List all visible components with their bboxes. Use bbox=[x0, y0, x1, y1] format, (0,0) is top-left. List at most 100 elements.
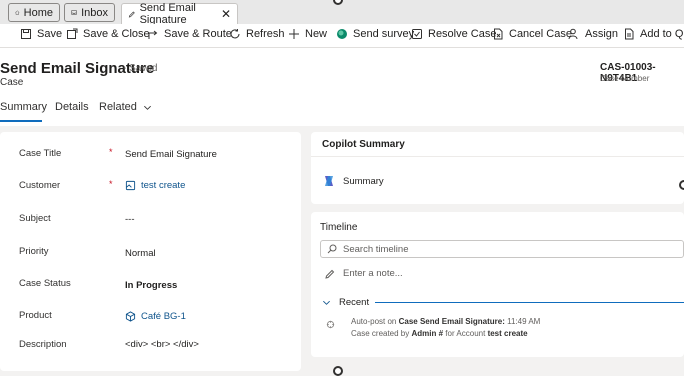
resolve-label: Resolve Case bbox=[428, 28, 497, 40]
save-button[interactable]: Save bbox=[20, 28, 62, 40]
tab-inbox-label: Inbox bbox=[81, 6, 108, 19]
plus-icon bbox=[289, 29, 299, 39]
resolve-case-button[interactable]: Resolve Case bbox=[411, 28, 496, 40]
product-link[interactable]: Café BG-1 bbox=[141, 311, 186, 322]
required-mark: * bbox=[109, 179, 113, 189]
recent-group-header[interactable]: Recent bbox=[322, 297, 369, 308]
subject-label: Subject bbox=[19, 213, 51, 224]
case-title-label: Case Title bbox=[19, 148, 62, 159]
cancel-case-icon bbox=[494, 28, 503, 40]
copilot-summary-label: Summary bbox=[343, 175, 384, 187]
product-label: Product bbox=[19, 310, 52, 321]
chevron-down-icon bbox=[143, 105, 151, 110]
entity-name: Case bbox=[0, 77, 24, 88]
save-close-button[interactable]: Save & Close bbox=[66, 28, 150, 40]
add-to-queue-button[interactable]: Add to Que bbox=[623, 28, 684, 40]
tab-home[interactable]: Home bbox=[8, 3, 60, 22]
route-icon bbox=[148, 30, 158, 39]
send-survey-label: Send survey bbox=[353, 28, 415, 40]
copilot-icon bbox=[325, 176, 333, 186]
save-route-label: Save & Route bbox=[164, 28, 232, 40]
required-mark: * bbox=[109, 147, 113, 157]
priority-label: Priority bbox=[19, 246, 49, 257]
survey-icon bbox=[337, 29, 347, 39]
pencil-icon bbox=[325, 269, 335, 279]
auto-post-icon bbox=[326, 320, 335, 329]
queue-icon bbox=[625, 28, 634, 40]
case-status-label: Case Status bbox=[19, 278, 71, 289]
resize-handle[interactable] bbox=[679, 180, 684, 190]
tab-active-label: Send Email Signature bbox=[139, 2, 196, 26]
enter-note-input[interactable]: Enter a note... bbox=[325, 268, 403, 279]
post-line2-a: Case created by bbox=[351, 329, 410, 338]
case-status-field[interactable]: In Progress bbox=[125, 280, 177, 291]
assign-icon bbox=[568, 28, 578, 40]
new-button[interactable]: New bbox=[288, 28, 327, 40]
pencil-icon bbox=[128, 11, 135, 17]
case-title-field[interactable]: Send Email Signature bbox=[125, 149, 217, 160]
send-survey-button[interactable]: Send survey bbox=[336, 28, 414, 40]
assign-button[interactable]: Assign bbox=[568, 28, 618, 40]
tab-related-label: Related bbox=[99, 101, 137, 113]
cancel-label: Cancel Case bbox=[509, 28, 572, 40]
product-field[interactable]: Café BG-1 bbox=[125, 311, 186, 322]
inbox-icon bbox=[71, 10, 77, 15]
priority-field[interactable]: Normal bbox=[125, 248, 156, 259]
note-placeholder: Enter a note... bbox=[343, 268, 403, 279]
tab-inbox[interactable]: Inbox bbox=[64, 3, 115, 22]
refresh-button[interactable]: Refresh bbox=[229, 28, 285, 40]
save-icon bbox=[21, 29, 31, 39]
copilot-title: Copilot Summary bbox=[322, 139, 405, 150]
command-bar: Save Save & Close Save & Route Refresh N… bbox=[0, 24, 684, 48]
tab-details[interactable]: Details bbox=[55, 101, 89, 113]
add-queue-label: Add to Que bbox=[640, 28, 684, 40]
cancel-case-button[interactable]: Cancel Case bbox=[492, 28, 572, 40]
case-number-label: Case Number bbox=[600, 74, 650, 83]
product-cube-icon bbox=[125, 311, 136, 322]
refresh-label: Refresh bbox=[246, 28, 285, 40]
close-tab-icon[interactable]: ✕ bbox=[221, 7, 231, 21]
home-icon bbox=[15, 10, 20, 15]
recent-label: Recent bbox=[339, 297, 370, 308]
subject-field[interactable]: --- bbox=[125, 214, 135, 225]
selected-tab-indicator bbox=[0, 120, 42, 122]
assign-label: Assign bbox=[585, 28, 619, 40]
account-icon bbox=[125, 180, 136, 191]
tab-related[interactable]: Related bbox=[99, 101, 152, 113]
description-field[interactable]: <div> <br> </div> bbox=[125, 339, 199, 350]
search-placeholder: Search timeline bbox=[343, 243, 409, 255]
record-header: Send Email Signature - Saved Case CAS-01… bbox=[0, 48, 684, 126]
copilot-summary-button[interactable]: Summary bbox=[322, 174, 384, 188]
post-account: test create bbox=[487, 329, 528, 338]
session-tab-bar: Home Inbox Send Email Signature ✕ bbox=[0, 0, 684, 26]
description-label: Description bbox=[19, 339, 67, 350]
search-timeline-input[interactable]: Search timeline bbox=[320, 240, 684, 258]
save-close-icon bbox=[67, 28, 78, 39]
save-label: Save bbox=[37, 28, 63, 40]
new-label: New bbox=[305, 28, 328, 40]
save-route-button[interactable]: Save & Route bbox=[147, 28, 232, 40]
timeline-post-line2: Case created by Admin # for Account test… bbox=[351, 329, 528, 338]
tab-summary[interactable]: Summary bbox=[0, 101, 47, 113]
post-time: 11:49 AM bbox=[507, 317, 541, 326]
tab-home-label: Home bbox=[23, 6, 53, 19]
post-prefix: Auto-post on bbox=[351, 317, 397, 326]
save-close-label: Save & Close bbox=[83, 28, 150, 40]
resolve-icon bbox=[412, 29, 422, 39]
save-status: - Saved bbox=[123, 63, 158, 74]
customer-field[interactable]: test create bbox=[125, 180, 185, 191]
recent-divider bbox=[375, 302, 684, 303]
customer-link[interactable]: test create bbox=[141, 180, 185, 191]
divider bbox=[311, 156, 684, 157]
tab-send-email-signature[interactable]: Send Email Signature ✕ bbox=[121, 2, 238, 26]
customer-label: Customer bbox=[19, 180, 61, 191]
post-user: Admin # bbox=[411, 329, 444, 338]
chevron-down-icon bbox=[323, 300, 330, 305]
post-case: Case Send Email Signature: bbox=[398, 317, 505, 326]
refresh-icon bbox=[230, 29, 240, 39]
case-summary-form: Case Title * Send Email Signature Custom… bbox=[0, 132, 301, 371]
resize-handle[interactable] bbox=[333, 366, 343, 376]
copilot-summary-card: Copilot Summary Summary bbox=[311, 132, 684, 204]
timeline-title: Timeline bbox=[320, 222, 358, 233]
search-icon bbox=[327, 244, 337, 254]
